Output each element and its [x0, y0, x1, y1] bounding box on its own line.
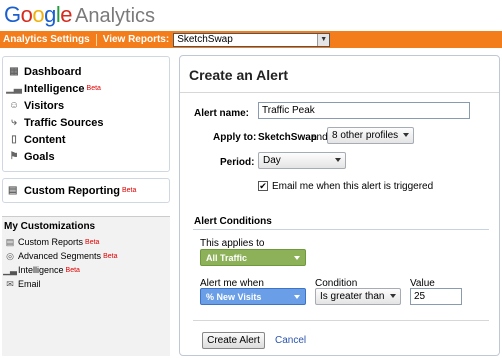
mycust-item-custom-reports[interactable]: ▤ Custom Reports Beta — [4, 235, 170, 249]
mycust-item-label: Custom Reports — [18, 237, 84, 247]
my-customizations-panel: My Customizations ▤ Custom Reports Beta … — [2, 216, 170, 356]
dashboard-icon: ▦ — [9, 66, 19, 77]
nav-item-intelligence[interactable]: ▁▃ Intelligence Beta — [3, 80, 169, 97]
segment-dropdown[interactable]: All Traffic — [200, 249, 306, 266]
traffic-icon: ⤷ — [11, 117, 17, 128]
and-text: and — [311, 132, 328, 143]
apply-to-profile: SketchSwap — [258, 132, 317, 143]
chevron-down-icon — [335, 158, 341, 162]
chevron-down-icon: ▼ — [317, 33, 330, 46]
report-navigation: ▦ Dashboard ▁▃ Intelligence Beta ☺ Visit… — [2, 56, 170, 172]
bar-chart-icon: ▁▃ — [6, 83, 22, 94]
person-icon: ☺ — [8, 100, 20, 111]
page-icon: ▯ — [11, 134, 17, 145]
view-reports-label: View Reports: — [102, 34, 170, 45]
other-profiles-dropdown[interactable]: 8 other profiles — [327, 127, 414, 144]
period-label: Period: — [220, 157, 255, 168]
cancel-link[interactable]: Cancel — [275, 335, 306, 346]
logo-analytics-text: Analytics — [75, 5, 156, 27]
metric-dropdown[interactable]: % New Visits — [200, 288, 306, 305]
analytics-settings-link[interactable]: Analytics Settings — [3, 34, 90, 45]
profile-select-value: SketchSwap — [177, 34, 233, 45]
nav-item-visitors[interactable]: ☺ Visitors — [3, 97, 169, 114]
value-input[interactable]: 25 — [410, 288, 462, 305]
divider — [193, 320, 489, 321]
beta-badge: Beta — [121, 187, 137, 194]
value-input-value: 25 — [414, 291, 426, 302]
email-checkbox[interactable]: ✔ — [258, 181, 268, 191]
mycust-item-label: Advanced Segments — [18, 251, 102, 261]
nav-item-label: Traffic Sources — [24, 116, 104, 129]
nav-item-content[interactable]: ▯ Content — [3, 131, 169, 148]
condition-value: Is greater than — [320, 291, 385, 302]
google-analytics-logo[interactable]: Google Analytics — [4, 2, 155, 28]
mycust-item-label: Intelligence — [18, 265, 64, 275]
metric-value: % New Visits — [206, 291, 262, 302]
divider — [180, 92, 499, 93]
nav-item-label: Goals — [24, 150, 55, 163]
chevron-down-icon — [294, 256, 300, 260]
segment-value: All Traffic — [206, 252, 248, 263]
nav-item-label: Intelligence — [24, 82, 85, 95]
alert-name-input[interactable]: Traffic Peak — [258, 102, 470, 119]
flag-icon: ⚑ — [9, 151, 19, 162]
alert-name-value: Traffic Peak — [262, 105, 315, 116]
apply-to-label: Apply to: — [213, 132, 257, 143]
nav-item-label: Custom Reporting — [24, 184, 120, 197]
mycust-item-label: Email — [18, 279, 41, 289]
nav-item-traffic-sources[interactable]: ⤷ Traffic Sources — [3, 114, 169, 131]
nav-item-label: Content — [24, 133, 66, 146]
beta-badge: Beta — [103, 252, 118, 260]
report-icon: ▤ — [5, 236, 15, 247]
nav-item-custom-reporting[interactable]: ▤ Custom Reporting Beta — [2, 178, 170, 203]
nav-item-dashboard[interactable]: ▦ Dashboard — [3, 63, 169, 80]
condition-dropdown[interactable]: Is greater than — [315, 288, 401, 305]
alert-name-label: Alert name: — [194, 108, 250, 119]
top-nav-bar: Analytics Settings View Reports: SketchS… — [0, 31, 502, 48]
page-title: Create an Alert — [189, 67, 289, 83]
other-profiles-value: 8 other profiles — [332, 130, 399, 141]
mycust-item-intelligence[interactable]: ▁▃ Intelligence Beta — [3, 263, 170, 277]
period-dropdown[interactable]: Day — [258, 152, 346, 169]
mycust-item-email[interactable]: ✉ Email — [4, 277, 170, 291]
profile-select[interactable]: SketchSwap ▼ — [173, 32, 331, 47]
chevron-down-icon — [390, 294, 396, 298]
segments-icon: ◎ — [6, 250, 14, 261]
alert-conditions-header: Alert Conditions — [194, 216, 272, 227]
mycust-item-advanced-segments[interactable]: ◎ Advanced Segments Beta — [4, 249, 170, 263]
create-alert-panel: Create an Alert Alert name: Traffic Peak… — [179, 55, 500, 356]
logo-google-text: Google — [4, 2, 73, 27]
email-checkbox-label: Email me when this alert is triggered — [272, 181, 434, 192]
beta-badge: Beta — [65, 266, 80, 274]
create-alert-button[interactable]: Create Alert — [202, 332, 265, 349]
envelope-icon: ✉ — [6, 278, 14, 289]
report-icon: ▤ — [8, 184, 18, 196]
chevron-down-icon — [403, 133, 409, 137]
nav-item-goals[interactable]: ⚑ Goals — [3, 148, 169, 165]
beta-badge: Beta — [85, 238, 100, 246]
divider — [193, 229, 489, 230]
period-value: Day — [263, 155, 281, 166]
my-customizations-title: My Customizations — [4, 221, 96, 232]
bar-chart-icon: ▁▃ — [3, 264, 17, 275]
applies-to-label: This applies to — [200, 238, 265, 249]
beta-badge: Beta — [86, 85, 101, 92]
nav-item-label: Visitors — [24, 99, 65, 112]
divider — [95, 33, 97, 46]
nav-item-label: Dashboard — [24, 65, 82, 78]
chevron-down-icon — [294, 295, 300, 299]
